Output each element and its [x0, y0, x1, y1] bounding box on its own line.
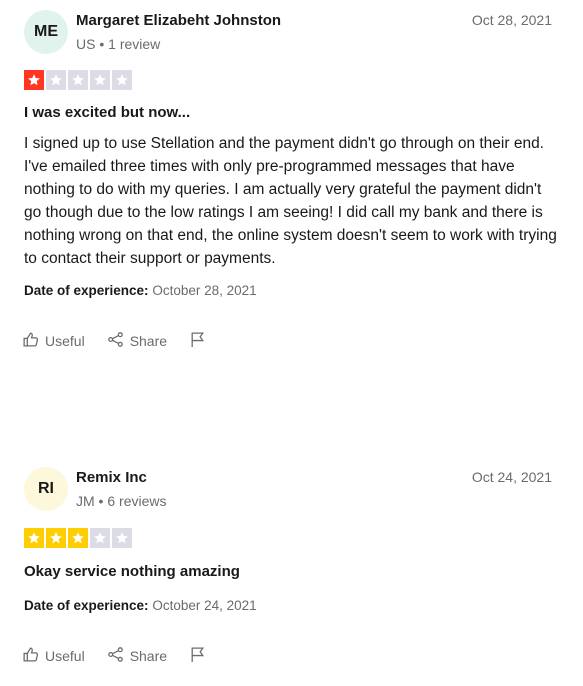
experience-date: October 28, 2021: [152, 283, 257, 298]
share-button[interactable]: Share: [107, 646, 167, 666]
review-date: Oct 28, 2021: [471, 12, 552, 28]
flag-icon: [189, 646, 206, 666]
useful-label: Useful: [45, 648, 85, 664]
star-filled-icon: [46, 528, 66, 548]
star-rating: [24, 70, 132, 90]
date-of-experience: Date of experience: October 24, 2021: [24, 598, 257, 613]
star-empty-icon: [90, 528, 110, 548]
review-date: Oct 24, 2021: [471, 469, 552, 485]
reviewer-name[interactable]: Remix Inc: [76, 469, 147, 486]
review-card: ME Margaret Elizabeht Johnston US • 1 re…: [0, 0, 583, 380]
avatar[interactable]: RI: [24, 467, 68, 511]
reviewer-country: US: [76, 36, 96, 52]
share-button[interactable]: Share: [107, 331, 167, 351]
review-card: RI Remix Inc JM • 6 reviews Oct 24, 2021…: [0, 457, 583, 686]
experience-label: Date of experience:: [24, 283, 149, 298]
review-body: I signed up to use Stellation and the pa…: [24, 135, 557, 267]
useful-button[interactable]: Useful: [22, 646, 85, 666]
reviewer-name[interactable]: Margaret Elizabeht Johnston: [76, 12, 281, 29]
star-empty-icon: [68, 70, 88, 90]
thumbs-up-icon: [22, 331, 39, 351]
review-title[interactable]: I was excited but now...: [24, 104, 190, 121]
reviewer-meta: US • 1 review: [76, 36, 161, 52]
experience-label: Date of experience:: [24, 598, 149, 613]
reviewer-country: JM: [76, 493, 95, 509]
star-empty-icon: [112, 528, 132, 548]
star-empty-icon: [46, 70, 66, 90]
date-of-experience: Date of experience: October 28, 2021: [24, 283, 257, 298]
review-actions: Useful Share: [22, 646, 228, 666]
flag-icon: [189, 331, 206, 351]
share-label: Share: [129, 333, 168, 349]
star-rating: [24, 528, 132, 548]
report-button[interactable]: [189, 331, 206, 351]
star-filled-icon: [68, 528, 88, 548]
thumbs-up-icon: [22, 646, 39, 666]
review-actions: Useful Share: [22, 331, 228, 351]
reviewer-meta: JM • 6 reviews: [76, 493, 167, 509]
star-empty-icon: [112, 70, 132, 90]
experience-date: October 24, 2021: [152, 598, 257, 613]
avatar[interactable]: ME: [24, 10, 68, 54]
share-label: Share: [129, 648, 168, 664]
useful-button[interactable]: Useful: [22, 331, 85, 351]
share-icon: [107, 646, 124, 666]
review-title[interactable]: Okay service nothing amazing: [24, 563, 240, 580]
report-button[interactable]: [189, 646, 206, 666]
star-filled-icon: [24, 70, 44, 90]
star-empty-icon: [90, 70, 110, 90]
star-filled-icon: [24, 528, 44, 548]
useful-label: Useful: [45, 333, 85, 349]
reviewer-review-count: 6 reviews: [107, 493, 167, 509]
reviewer-review-count: 1 review: [108, 36, 161, 52]
share-icon: [107, 331, 124, 351]
